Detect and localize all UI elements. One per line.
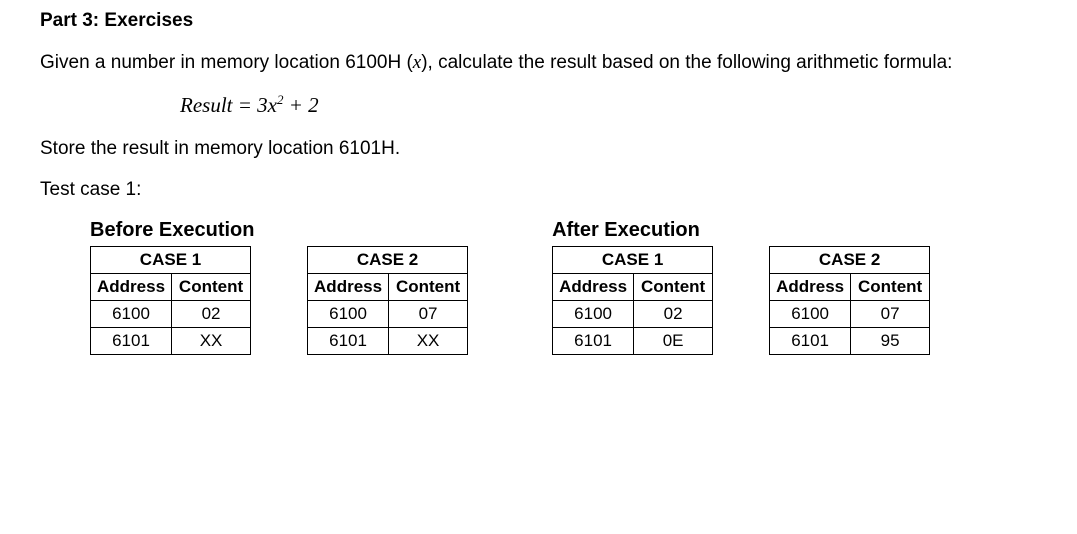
- cell-address: 6100: [91, 300, 172, 327]
- section-heading: Part 3: Exercises: [40, 10, 1037, 32]
- after-block: After Execution CASE 1 Address Content 6…: [552, 219, 930, 355]
- col-header-content: Content: [851, 273, 930, 300]
- formula-plus: +: [284, 93, 309, 117]
- cell-address: 6101: [553, 327, 634, 354]
- cell-content: 0E: [634, 327, 713, 354]
- intro-variable-x: x: [413, 52, 421, 73]
- before-case2-table: CASE 2 Address Content 6100 07 6101 XX: [307, 246, 468, 355]
- table-row: 6101 95: [770, 327, 930, 354]
- cell-content: XX: [172, 327, 251, 354]
- table-row: 6100 07: [308, 300, 468, 327]
- intro-text-a: Given a number in memory location 6100H …: [40, 52, 413, 73]
- table-row: 6101 XX: [308, 327, 468, 354]
- before-case1-table: CASE 1 Address Content 6100 02 6101 XX: [90, 246, 251, 355]
- store-line: Store the result in memory location 6101…: [40, 136, 1037, 162]
- after-title: After Execution: [552, 219, 930, 242]
- cell-content: 95: [851, 327, 930, 354]
- cell-content: 02: [634, 300, 713, 327]
- cell-address: 6101: [770, 327, 851, 354]
- cell-content: XX: [389, 327, 468, 354]
- tables-section: Before Execution CASE 1 Address Content …: [40, 219, 1037, 355]
- cell-content: 07: [389, 300, 468, 327]
- cell-address: 6101: [91, 327, 172, 354]
- col-header-content: Content: [389, 273, 468, 300]
- cell-address: 6100: [553, 300, 634, 327]
- col-header-address: Address: [308, 273, 389, 300]
- table-row: 6100 02: [553, 300, 713, 327]
- col-header-address: Address: [91, 273, 172, 300]
- after-tables: CASE 1 Address Content 6100 02 6101 0E C…: [552, 246, 930, 355]
- table-row: 6101 0E: [553, 327, 713, 354]
- table-row: 6100 02: [91, 300, 251, 327]
- table-case-label: CASE 2: [308, 246, 468, 273]
- col-header-content: Content: [172, 273, 251, 300]
- intro-paragraph: Given a number in memory location 6100H …: [40, 50, 1037, 76]
- formula-coeff-3: 3: [257, 93, 268, 117]
- before-tables: CASE 1 Address Content 6100 02 6101 XX C…: [90, 246, 468, 355]
- before-title: Before Execution: [90, 219, 468, 242]
- intro-text-b: ), calculate the result based on the fol…: [421, 52, 952, 73]
- col-header-address: Address: [553, 273, 634, 300]
- formula-var-x: x: [268, 93, 277, 117]
- formula-lhs: Result: [180, 93, 233, 117]
- formula: Result = 3x2 + 2: [180, 92, 1037, 118]
- testcase-label: Test case 1:: [40, 177, 1037, 203]
- col-header-address: Address: [770, 273, 851, 300]
- table-case-label: CASE 1: [91, 246, 251, 273]
- cell-content: 02: [172, 300, 251, 327]
- after-case2-table: CASE 2 Address Content 6100 07 6101 95: [769, 246, 930, 355]
- col-header-content: Content: [634, 273, 713, 300]
- cell-content: 07: [851, 300, 930, 327]
- table-case-label: CASE 1: [553, 246, 713, 273]
- cell-address: 6100: [308, 300, 389, 327]
- table-row: 6101 XX: [91, 327, 251, 354]
- formula-eq: =: [233, 93, 258, 117]
- formula-const-2: 2: [308, 93, 319, 117]
- before-block: Before Execution CASE 1 Address Content …: [90, 219, 468, 355]
- cell-address: 6101: [308, 327, 389, 354]
- table-row: 6100 07: [770, 300, 930, 327]
- table-case-label: CASE 2: [770, 246, 930, 273]
- cell-address: 6100: [770, 300, 851, 327]
- after-case1-table: CASE 1 Address Content 6100 02 6101 0E: [552, 246, 713, 355]
